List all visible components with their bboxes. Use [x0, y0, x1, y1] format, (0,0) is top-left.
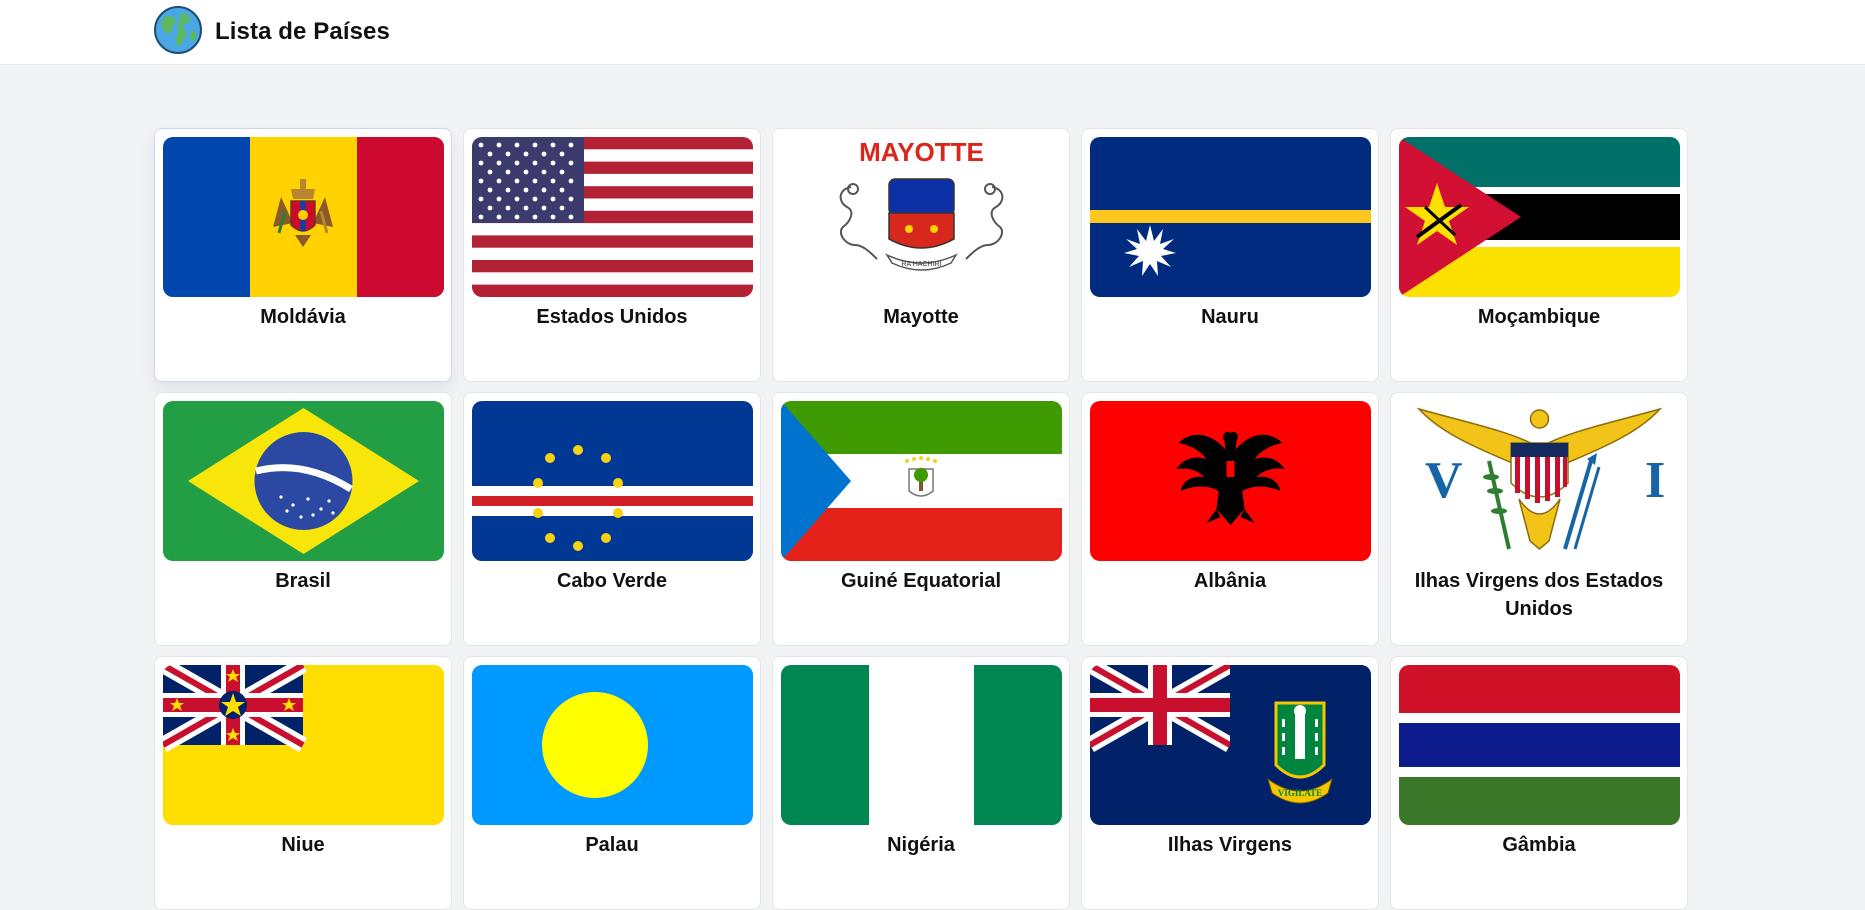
- country-name: Cabo Verde: [556, 570, 668, 592]
- cape-verde-flag-icon: [472, 401, 753, 561]
- country-name: Mayotte: [883, 306, 959, 328]
- albania-flag-icon: [1090, 401, 1371, 561]
- svg-text:VIGILATE: VIGILATE: [1278, 788, 1322, 798]
- country-name: Nauru: [1201, 306, 1259, 328]
- country-name: Ilhas Virgens: [1167, 834, 1293, 856]
- country-card[interactable]: Estados Unidos: [463, 128, 761, 382]
- equatorial-guinea-flag-icon: [781, 401, 1062, 561]
- country-card[interactable]: MAYOTTE RA HACHIRI Mayotte: [772, 128, 1070, 382]
- country-card[interactable]: Moldávia: [154, 128, 452, 382]
- svg-text:V: V: [1425, 452, 1463, 509]
- country-card[interactable]: V I Ilhas Virgens dos Estados Unidos: [1390, 392, 1688, 646]
- svg-text:MAYOTTE: MAYOTTE: [859, 137, 984, 167]
- brand-link[interactable]: Lista de Países: [153, 5, 390, 56]
- country-card[interactable]: Moçambique: [1390, 128, 1688, 382]
- country-card[interactable]: Brasil: [154, 392, 452, 646]
- country-name: Nigéria: [887, 834, 955, 856]
- country-card[interactable]: Cabo Verde: [463, 392, 761, 646]
- country-card[interactable]: Albânia: [1081, 392, 1379, 646]
- brazil-flag-icon: [163, 401, 444, 561]
- country-card[interactable]: VIGILATE Ilhas Virgens: [1081, 656, 1379, 910]
- page-title: Lista de Países: [215, 18, 390, 45]
- svg-text:I: I: [1645, 452, 1665, 509]
- country-name: Albânia: [1193, 570, 1267, 592]
- niue-flag-icon: [163, 665, 444, 825]
- mayotte-flag-icon: MAYOTTE RA HACHIRI: [781, 137, 1062, 297]
- nigeria-flag-icon: [781, 665, 1062, 825]
- us-virgin-islands-flag-icon: V I: [1399, 401, 1680, 561]
- country-name: Guiné Equatorial: [840, 570, 1002, 592]
- country-card[interactable]: Gâmbia: [1390, 656, 1688, 910]
- usa-flag-icon: [472, 137, 753, 297]
- country-name: Moldávia: [260, 306, 346, 328]
- country-card[interactable]: Guiné Equatorial: [772, 392, 1070, 646]
- country-card[interactable]: Palau: [463, 656, 761, 910]
- country-name: Ilhas Virgens dos Estados Unidos: [1414, 570, 1664, 620]
- palau-flag-icon: [472, 665, 753, 825]
- globe-icon: [153, 5, 203, 60]
- mozambique-flag-icon: [1399, 137, 1680, 297]
- country-name: Gâmbia: [1502, 834, 1576, 856]
- gambia-flag-icon: [1399, 665, 1680, 825]
- country-name: Estados Unidos: [536, 306, 688, 328]
- country-name: Brasil: [275, 570, 331, 592]
- country-card[interactable]: Nigéria: [772, 656, 1070, 910]
- country-name: Niue: [281, 834, 325, 856]
- country-grid: Moldávia Estados Unidos MAYOTTE RA HACHI…: [154, 128, 1688, 910]
- moldova-flag-icon: [163, 137, 444, 297]
- svg-text:RA HACHIRI: RA HACHIRI: [901, 261, 941, 268]
- country-card[interactable]: Niue: [154, 656, 452, 910]
- top-navigation-bar: Lista de Países: [0, 0, 1865, 64]
- british-virgin-islands-flag-icon: VIGILATE: [1090, 665, 1371, 825]
- country-name: Palau: [585, 834, 639, 856]
- country-name: Moçambique: [1477, 306, 1601, 328]
- country-card[interactable]: Nauru: [1081, 128, 1379, 382]
- nauru-flag-icon: [1090, 137, 1371, 297]
